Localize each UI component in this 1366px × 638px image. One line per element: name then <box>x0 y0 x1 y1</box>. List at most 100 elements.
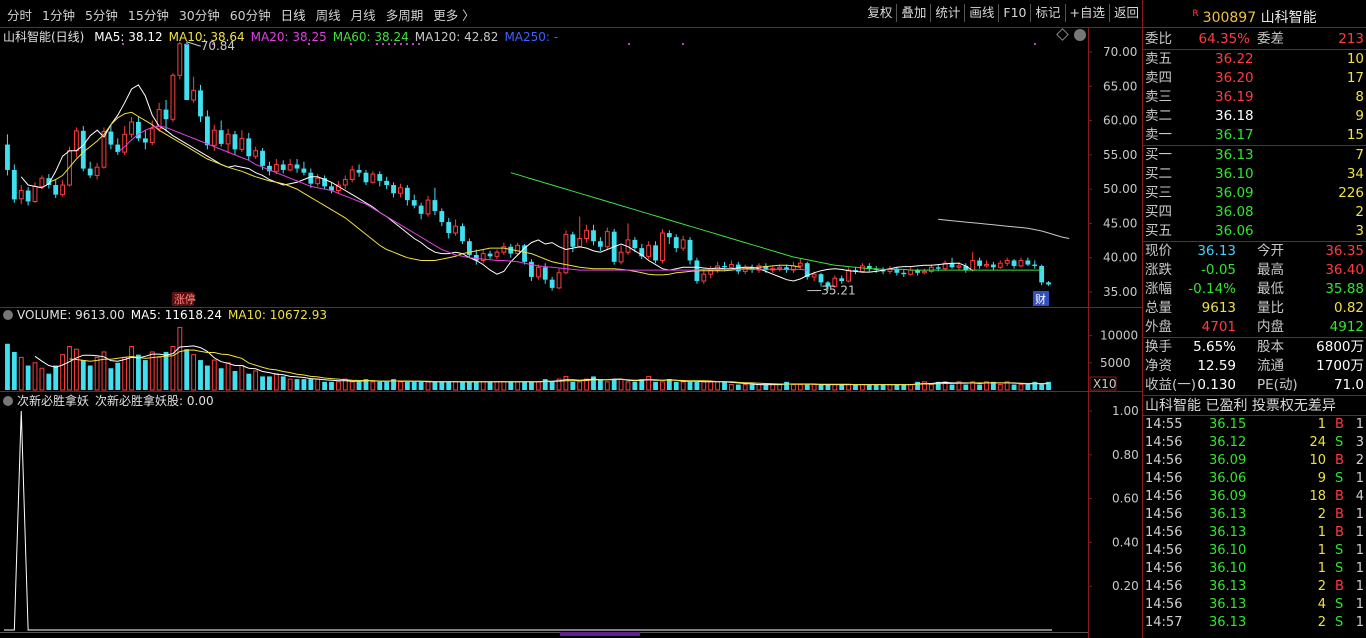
tick-row[interactable]: 14:56 36.13 2 B 1 <box>1143 578 1366 596</box>
tick-row[interactable]: 14:56 36.13 4 S 1 <box>1143 596 1366 614</box>
tick-count: 3 <box>1355 435 1364 450</box>
volume-bar <box>604 381 610 391</box>
volume-bar <box>1039 384 1045 390</box>
tick-side: B <box>1335 489 1344 504</box>
price-axis-label: 60.00 <box>1103 114 1137 128</box>
tick-price: 36.13 <box>1209 507 1247 522</box>
tick-row[interactable]: 14:56 36.13 1 B 1 <box>1143 524 1366 542</box>
candle-body <box>191 89 197 101</box>
order-book-row[interactable]: 买五 36.06 3 <box>1143 222 1366 241</box>
candle-body <box>928 266 934 272</box>
volume-bar <box>508 381 514 390</box>
order-level-label: 买二 <box>1145 166 1172 182</box>
kline-chart[interactable]: 70.00 65.00 60.00 55.00 50.00 45.00 40.00 35.00… <box>0 0 1142 638</box>
order-price: 36.13 <box>1215 147 1254 163</box>
candle-body <box>666 233 672 238</box>
tick-price: 36.13 <box>1209 597 1247 612</box>
volume-bar <box>694 381 700 390</box>
candle-body <box>198 90 203 117</box>
tick-row[interactable]: 14:56 36.09 18 B 4 <box>1143 488 1366 506</box>
order-book-row[interactable]: 卖二 36.18 9 <box>1143 107 1366 126</box>
tick-time: 14:56 <box>1145 597 1183 612</box>
volume-bar <box>1018 384 1024 391</box>
quote-row: 净资 12.59 流通 1700万 <box>1143 357 1366 376</box>
volume-bar <box>487 381 493 390</box>
candle-body <box>218 130 224 144</box>
tick-row[interactable]: 14:56 36.09 10 B 2 <box>1143 452 1366 470</box>
webi-value: 64.35% <box>1198 31 1250 47</box>
volume-bar <box>163 351 169 390</box>
volume-bar <box>404 381 410 390</box>
tick-count: 1 <box>1355 507 1364 522</box>
order-qty: 17 <box>1346 70 1364 86</box>
order-book-row[interactable]: 卖三 36.19 8 <box>1143 88 1366 107</box>
volume-bar <box>94 356 100 391</box>
candle-body <box>411 200 417 206</box>
tick-qty: 1 <box>1317 543 1326 558</box>
candle-body <box>453 225 459 234</box>
candle-body <box>494 251 500 257</box>
volume-bar <box>115 362 121 390</box>
candle-body <box>308 172 314 184</box>
candle-body <box>1004 259 1010 264</box>
row-label: 涨幅 <box>1145 281 1172 297</box>
volume-bar <box>280 376 286 390</box>
volume-bar <box>522 381 527 390</box>
candle-body <box>398 187 403 194</box>
weicha-value: 213 <box>1338 31 1364 47</box>
candle-body <box>556 272 562 289</box>
order-book-row[interactable]: 买三 36.09 226 <box>1143 184 1366 203</box>
candle-body <box>404 187 410 201</box>
tick-count: 1 <box>1355 543 1364 558</box>
quote-row: 收益(一) 0.130 PE(动) 71.0 <box>1143 376 1366 395</box>
order-book-row[interactable]: 卖四 36.20 17 <box>1143 69 1366 88</box>
volume-bar <box>1011 384 1017 390</box>
price-axis-label: 35.00 <box>1103 285 1137 299</box>
row-value: 0.130 <box>1197 377 1236 393</box>
volume-bar <box>18 356 24 391</box>
candle-body <box>370 173 376 183</box>
volume-bar <box>232 370 238 390</box>
volume-bar <box>53 365 59 390</box>
volume-bar <box>439 381 445 390</box>
tick-row[interactable]: 14:55 36.15 1 B 1 <box>1143 416 1366 434</box>
volume-bar <box>811 384 817 391</box>
candle-body <box>935 267 941 269</box>
row-value: -0.14% <box>1188 281 1236 297</box>
candle-body <box>797 262 803 267</box>
candle-body <box>818 274 824 283</box>
volume-bar <box>763 384 769 390</box>
tick-row[interactable]: 14:56 36.12 24 S 3 <box>1143 434 1366 452</box>
tick-qty: 1 <box>1317 561 1326 576</box>
signal-dot <box>186 43 188 45</box>
volume-bar <box>515 381 521 391</box>
order-book-row[interactable]: 买一 36.13 7 <box>1143 146 1366 165</box>
order-book-row[interactable]: 买二 36.10 34 <box>1143 165 1366 184</box>
order-book-row[interactable]: 卖一 36.17 15 <box>1143 126 1366 145</box>
tick-row[interactable]: 14:57 36.13 2 S 1 <box>1143 614 1366 632</box>
tick-list[interactable]: 14:55 36.15 1 B 1 14:56 36.12 24 S 3 14:56 36.09 10 B… <box>1143 416 1366 632</box>
candle-body <box>211 129 217 146</box>
candle-body <box>253 150 259 157</box>
tick-row[interactable]: 14:56 36.06 9 S 1 <box>1143 470 1366 488</box>
volume-bar <box>246 373 252 390</box>
scroll-thumb[interactable] <box>560 632 640 636</box>
tick-row[interactable]: 14:56 36.10 1 S 1 <box>1143 560 1366 578</box>
candle-body <box>184 43 190 100</box>
volume-bar <box>715 381 721 391</box>
candle-body <box>1025 260 1031 265</box>
candle-body <box>908 269 914 275</box>
order-book-row[interactable]: 卖五 36.22 10 <box>1143 50 1366 69</box>
volume-bar <box>777 384 783 391</box>
tick-row[interactable]: 14:56 36.13 2 B 1 <box>1143 506 1366 524</box>
tick-price: 36.09 <box>1209 453 1247 468</box>
volume-bar <box>329 381 334 390</box>
candle-body <box>301 168 307 173</box>
indicator-axis-label: 0.60 <box>1112 492 1139 506</box>
candle-body <box>997 262 1003 268</box>
tick-row[interactable]: 14:56 36.10 1 S 1 <box>1143 542 1366 560</box>
tick-qty: 4 <box>1317 597 1326 612</box>
candle-body <box>570 234 576 247</box>
order-book-row[interactable]: 买四 36.08 2 <box>1143 203 1366 222</box>
row-label-2: 最低 <box>1257 281 1284 297</box>
